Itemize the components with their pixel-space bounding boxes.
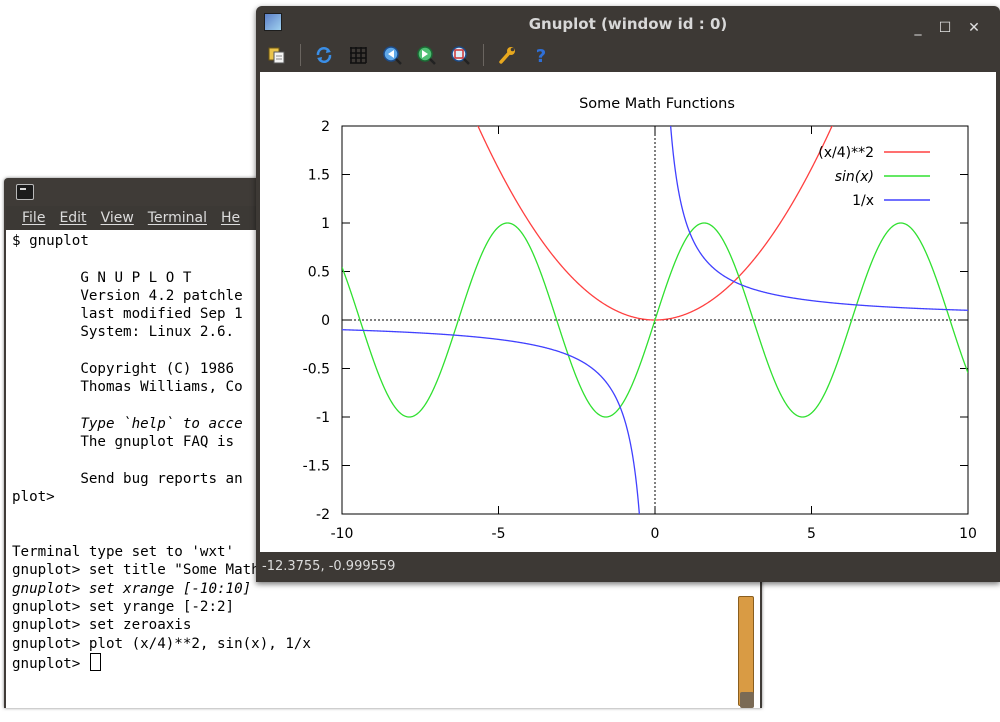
gnuplot-titlebar[interactable]: Gnuplot (window id : 0) _ ☐ ✕ (256, 6, 1000, 40)
legend-label: sin(x) (835, 169, 874, 185)
grid-icon[interactable] (347, 44, 369, 66)
toolbar-separator (300, 44, 301, 66)
x-tick-label: -10 (331, 526, 354, 542)
series-line-2 (342, 329, 641, 514)
y-tick-label: -1 (316, 410, 330, 426)
legend-label: (x/4)**2 (818, 145, 874, 161)
x-tick-label: 10 (959, 526, 977, 542)
terminal-line: gnuplot> plot (x/4)**2, sin(x), 1/x (12, 635, 311, 652)
y-tick-label: 1 (321, 216, 330, 232)
y-tick-label: -1.5 (303, 459, 330, 475)
menu-file[interactable]: File (22, 210, 45, 226)
status-bar-coordinates: -12.3755, -0.999559 (262, 559, 396, 574)
terminal-prompt-line[interactable]: gnuplot> (12, 652, 760, 672)
x-tick-label: 0 (651, 526, 660, 542)
replot-icon[interactable] (313, 44, 335, 66)
menu-terminal[interactable]: Terminal (148, 210, 207, 226)
copy-to-clipboard-icon[interactable] (266, 44, 288, 66)
y-tick-label: 1.5 (308, 168, 330, 184)
minimize-button[interactable]: _ (910, 20, 926, 36)
autoscale-icon[interactable] (449, 44, 471, 66)
menu-edit[interactable]: Edit (59, 210, 86, 226)
y-tick-label: 0.5 (308, 265, 330, 281)
terminal-prompt: gnuplot> (12, 655, 89, 672)
window-title: Gnuplot (window id : 0) (528, 15, 728, 33)
legend-label: 1/x (852, 193, 874, 209)
y-tick-label: 0 (321, 313, 330, 329)
terminal-scrollbar[interactable] (738, 596, 754, 706)
x-tick-label: -5 (492, 526, 506, 542)
help-icon[interactable]: ? (530, 44, 552, 66)
plot-area[interactable]: Some Math Functions -10 -5 0 5 10 2 1.5 1 0.5 0 -0.… (260, 72, 996, 552)
menu-view[interactable]: View (101, 210, 134, 226)
text-cursor (89, 652, 101, 671)
terminal-line: gnuplot> set xrange [-10:10] (12, 580, 252, 597)
y-tick-label: -2 (316, 507, 330, 523)
plot-canvas[interactable]: Some Math Functions -10 -5 0 5 10 2 1.5 1 0.5 0 -0.… (260, 72, 996, 552)
options-icon[interactable] (496, 44, 518, 66)
zoom-previous-icon[interactable] (381, 44, 403, 66)
terminal-icon (16, 184, 34, 200)
terminal-line: gnuplot> set zeroaxis (12, 617, 192, 634)
y-tick-label: 2 (321, 119, 330, 135)
toolbar-separator (483, 44, 484, 66)
terminal-scroll-thumb[interactable] (740, 692, 754, 708)
maximize-button[interactable]: ☐ (937, 20, 953, 36)
x-tick-label: 5 (807, 526, 816, 542)
y-tick-label: -0.5 (303, 362, 330, 378)
gnuplot-toolbar: ? (260, 40, 996, 70)
close-button[interactable]: ✕ (966, 20, 982, 36)
menu-help[interactable]: He (221, 210, 240, 226)
gnuplot-window[interactable]: Gnuplot (window id : 0) _ ☐ ✕ ? Some Mat… (256, 6, 1000, 582)
terminal-line: gnuplot> set yrange [-2:2] (12, 598, 235, 615)
gnuplot-app-icon[interactable] (264, 13, 282, 31)
chart-title: Some Math Functions (579, 96, 735, 112)
svg-text:?: ? (536, 46, 546, 65)
zoom-next-icon[interactable] (415, 44, 437, 66)
